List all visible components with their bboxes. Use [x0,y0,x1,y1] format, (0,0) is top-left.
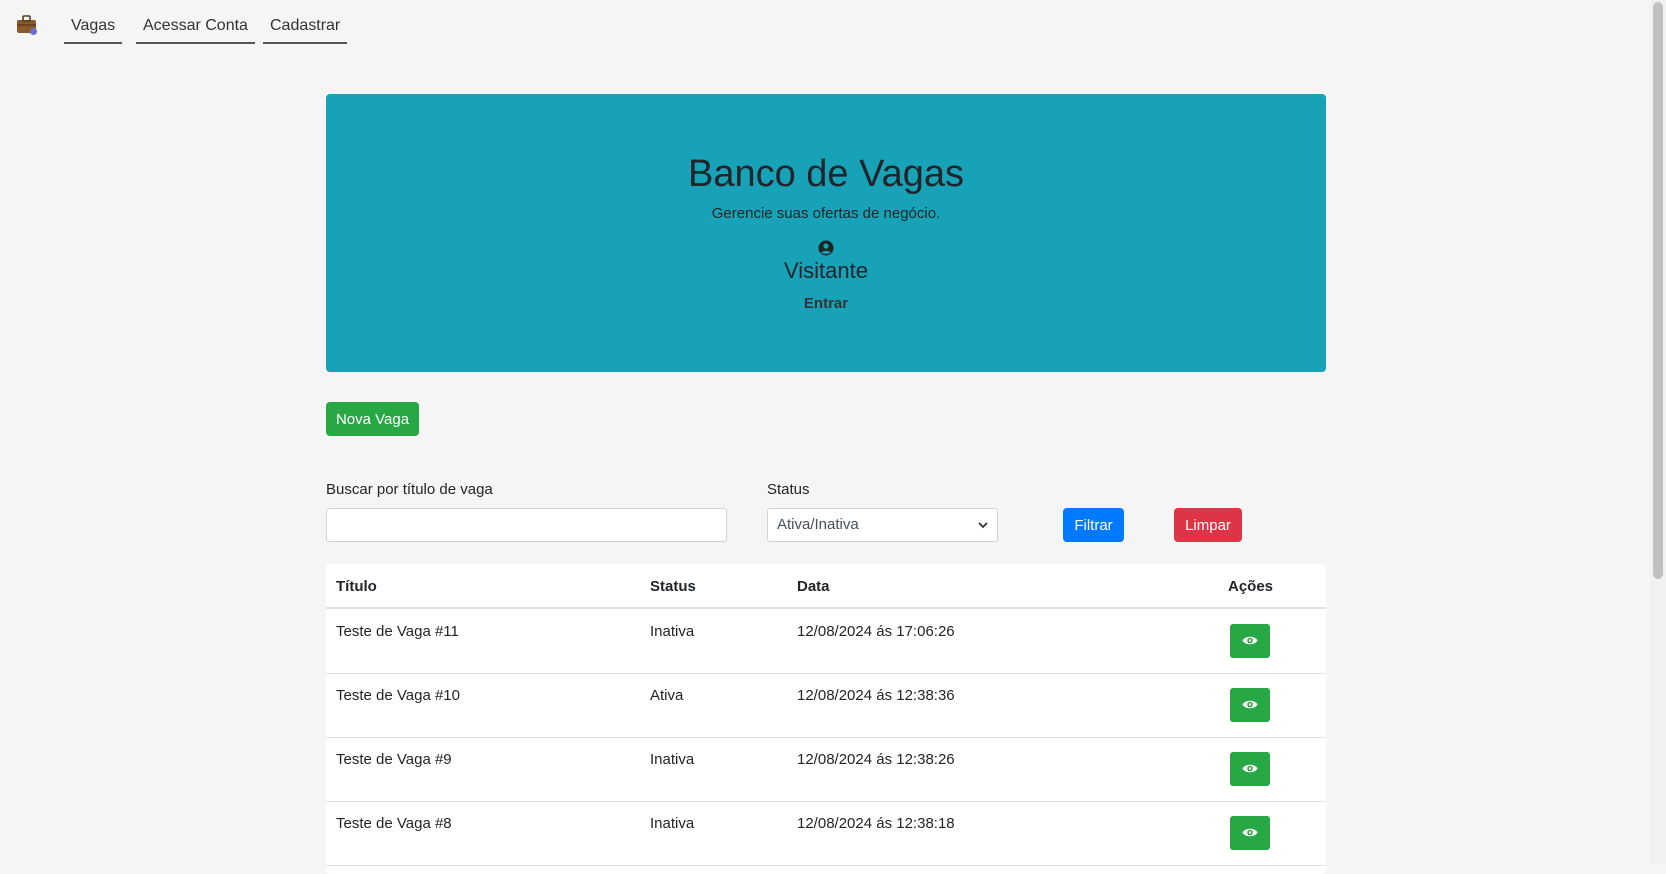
page-scrollbar[interactable] [1650,0,1666,863]
table-row: Teste de Vaga #8 Inativa 12/08/2024 ás 1… [326,801,1326,866]
status-select-value: Ativa/Inativa [777,516,859,533]
nav-link-cadastrar[interactable]: Cadastrar [263,16,348,44]
column-header-title: Título [336,578,377,595]
row-date: 12/08/2024 ás 12:38:36 [797,687,955,704]
row-status: Inativa [650,751,695,768]
briefcase-icon[interactable] [16,14,38,36]
row-status: Inativa [650,815,695,832]
view-job-button[interactable] [1230,624,1270,658]
page-subtitle: Gerencie suas ofertas de negócio. [711,205,941,222]
row-date: 12/08/2024 ás 12:38:18 [797,815,955,832]
eye-icon [1242,636,1258,645]
column-header-actions: Ações [1228,578,1274,595]
row-title: Teste de Vaga #8 [336,815,452,832]
chevron-down-icon [978,522,988,529]
nav-link-vagas[interactable]: Vagas [64,16,123,44]
row-status: Ativa [650,687,684,704]
row-title: Teste de Vaga #10 [336,687,460,704]
eye-icon [1242,700,1258,709]
row-date: 12/08/2024 ás 17:06:26 [797,623,955,640]
row-status: Inativa [650,623,695,640]
clear-button[interactable]: Limpar [1174,508,1242,542]
jobs-table: Título Status Data Ações Teste de Vaga #… [326,564,1326,874]
table-row: Teste de Vaga #9 Inativa 12/08/2024 ás 1… [326,737,1326,802]
new-job-button[interactable]: Nova Vaga [326,402,419,436]
row-title: Teste de Vaga #9 [336,751,452,768]
eye-icon [1242,764,1258,773]
top-navbar: Vagas Acessar Conta Cadastrar [0,0,1650,50]
row-title: Teste de Vaga #11 [336,623,459,640]
column-header-status: Status [650,578,696,595]
table-row: Teste de Vaga #11 Inativa 12/08/2024 ás … [326,609,1326,674]
view-job-button[interactable] [1230,688,1270,722]
search-label: Buscar por título de vaga [326,481,493,498]
column-header-date: Data [797,578,830,595]
hero-banner: Banco de Vagas Gerencie suas ofertas de … [326,94,1326,372]
row-date: 12/08/2024 ás 12:38:26 [797,751,955,768]
eye-icon [1242,828,1258,837]
login-link[interactable]: Entrar [326,295,1326,312]
status-select[interactable]: Ativa/Inativa [767,508,998,542]
search-input[interactable] [326,508,727,542]
nav-link-acessar-conta[interactable]: Acessar Conta [136,16,255,44]
page-title: Banco de Vagas [687,153,965,195]
table-row: Teste de Vaga #10 Ativa 12/08/2024 ás 12… [326,673,1326,738]
view-job-button[interactable] [1230,816,1270,850]
status-label: Status [767,481,810,498]
view-job-button[interactable] [1230,752,1270,786]
scrollbar-thumb[interactable] [1653,2,1663,579]
user-circle-icon [818,240,834,256]
filter-button[interactable]: Filtrar [1063,508,1124,542]
user-name: Visitante [784,258,868,283]
